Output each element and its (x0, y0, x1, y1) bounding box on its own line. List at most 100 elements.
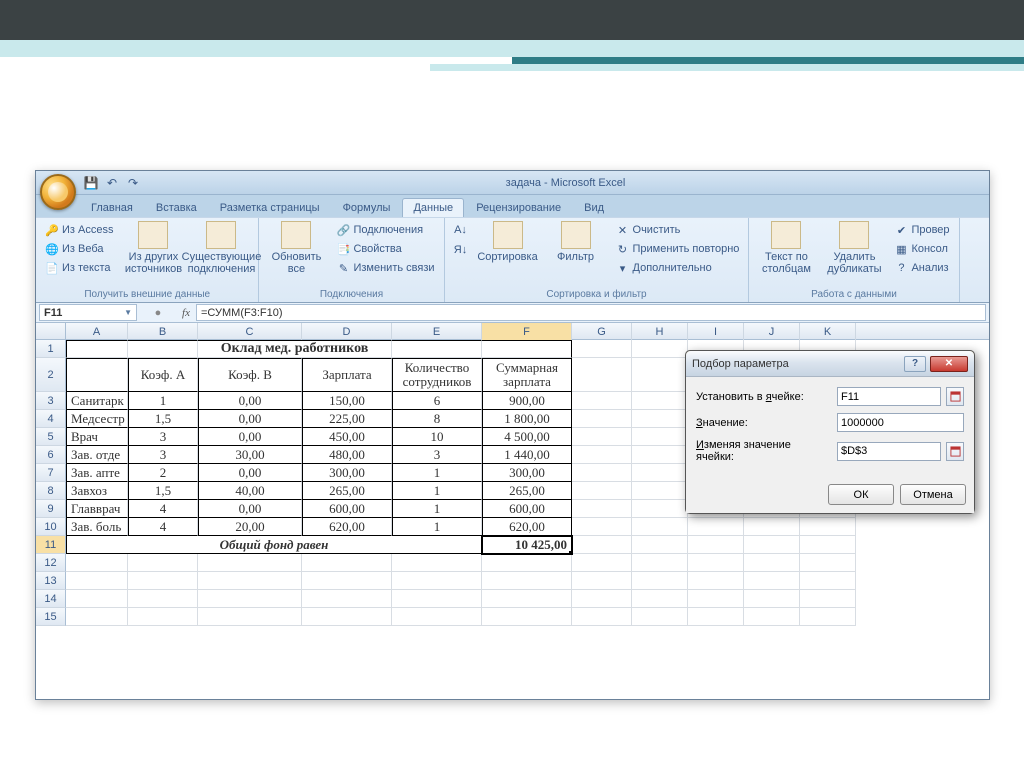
cell[interactable] (572, 590, 632, 608)
cell[interactable]: 1 800,00 (482, 410, 572, 428)
cell[interactable] (632, 340, 688, 358)
close-button[interactable]: ✕ (930, 356, 968, 372)
cell[interactable]: Зарплата (302, 358, 392, 392)
row-header[interactable]: 8 (36, 482, 66, 500)
cell[interactable] (800, 608, 856, 626)
cell[interactable]: Зав. отде (66, 446, 128, 464)
cell[interactable] (744, 536, 800, 554)
cell[interactable] (572, 500, 632, 518)
cell[interactable]: 0,00 (198, 500, 302, 518)
cell[interactable]: 150,00 (302, 392, 392, 410)
tab-review[interactable]: Рецензирование (465, 198, 572, 217)
cell[interactable] (688, 572, 744, 590)
cell[interactable] (198, 608, 302, 626)
row-header[interactable]: 6 (36, 446, 66, 464)
undo-icon[interactable]: ↶ (103, 174, 121, 192)
row-header[interactable]: 9 (36, 500, 66, 518)
cell[interactable] (632, 482, 688, 500)
cell[interactable] (482, 572, 572, 590)
col-header[interactable]: D (302, 323, 392, 340)
cell[interactable]: 1 (392, 518, 482, 536)
cell[interactable]: Главврач (66, 500, 128, 518)
col-header[interactable]: E (392, 323, 482, 340)
cell[interactable]: 600,00 (482, 500, 572, 518)
col-header[interactable]: J (744, 323, 800, 340)
col-header[interactable]: I (688, 323, 744, 340)
tab-layout[interactable]: Разметка страницы (209, 198, 331, 217)
cell[interactable] (572, 410, 632, 428)
cell[interactable] (572, 392, 632, 410)
col-header[interactable]: C (198, 323, 302, 340)
row-header[interactable]: 14 (36, 590, 66, 608)
cell[interactable] (632, 464, 688, 482)
cell[interactable] (632, 428, 688, 446)
tab-view[interactable]: Вид (573, 198, 615, 217)
text-to-cols-button[interactable]: Текст по столбцам (755, 221, 817, 275)
cell[interactable] (688, 518, 744, 536)
cell[interactable] (572, 428, 632, 446)
connections-button[interactable]: 🔗Подключения (333, 221, 437, 239)
cell[interactable] (744, 554, 800, 572)
cell[interactable]: 0,00 (198, 428, 302, 446)
cell[interactable] (572, 608, 632, 626)
cell[interactable]: 3 (128, 446, 198, 464)
cell[interactable] (302, 608, 392, 626)
cell[interactable] (302, 590, 392, 608)
cell[interactable] (198, 590, 302, 608)
cell[interactable] (482, 608, 572, 626)
consolidate-button[interactable]: ▦Консол (891, 240, 952, 258)
cell[interactable] (800, 536, 856, 554)
cell[interactable] (128, 608, 198, 626)
filter-button[interactable]: Фильтр (545, 221, 607, 263)
cell[interactable] (632, 500, 688, 518)
cell[interactable]: 4 (128, 518, 198, 536)
row-header[interactable]: 12 (36, 554, 66, 572)
cell[interactable] (632, 518, 688, 536)
cell[interactable] (572, 554, 632, 572)
row-header[interactable]: 11 (36, 536, 66, 554)
cell[interactable] (66, 358, 128, 392)
name-box[interactable]: F11▼ (39, 304, 137, 321)
cell[interactable]: 40,00 (198, 482, 302, 500)
cell[interactable] (632, 572, 688, 590)
row-header[interactable]: 1 (36, 340, 66, 358)
cell[interactable] (392, 340, 482, 358)
cell[interactable] (572, 340, 632, 358)
cell[interactable] (482, 554, 572, 572)
value-input[interactable]: 1000000 (837, 413, 964, 432)
sort-asc-button[interactable]: A↓ (451, 221, 471, 239)
cell[interactable]: Коэф. В (198, 358, 302, 392)
chevron-down-icon[interactable]: ▼ (124, 308, 132, 317)
cell[interactable] (572, 572, 632, 590)
cell[interactable] (482, 590, 572, 608)
col-header[interactable]: A (66, 323, 128, 340)
cell[interactable] (302, 554, 392, 572)
cell[interactable] (66, 608, 128, 626)
cell[interactable]: 20,00 (198, 518, 302, 536)
changing-cell-input[interactable]: $D$3 (837, 442, 941, 461)
col-header[interactable]: H (632, 323, 688, 340)
cell[interactable] (688, 608, 744, 626)
cell[interactable]: 8 (392, 410, 482, 428)
cell[interactable] (744, 572, 800, 590)
other-sources-button[interactable]: Из других источников (122, 221, 184, 275)
cell[interactable] (66, 340, 128, 358)
edit-links-button[interactable]: ✎Изменить связи (333, 259, 437, 277)
cell[interactable] (632, 392, 688, 410)
cell[interactable] (66, 572, 128, 590)
help-button[interactable]: ? (904, 356, 926, 372)
cell[interactable]: Врач (66, 428, 128, 446)
cell[interactable]: 10 425,00 (482, 536, 572, 554)
cell[interactable] (744, 518, 800, 536)
cell[interactable]: 1 (392, 464, 482, 482)
cell[interactable]: 0,00 (198, 464, 302, 482)
row-header[interactable]: 2 (36, 358, 66, 392)
range-picker-icon[interactable] (946, 387, 964, 406)
cell[interactable] (392, 608, 482, 626)
cell[interactable]: Оклад мед. работников (198, 340, 392, 358)
cell[interactable]: 265,00 (302, 482, 392, 500)
cell[interactable] (800, 554, 856, 572)
save-icon[interactable]: 💾 (82, 174, 100, 192)
cell[interactable] (302, 572, 392, 590)
cell[interactable]: 0,00 (198, 392, 302, 410)
